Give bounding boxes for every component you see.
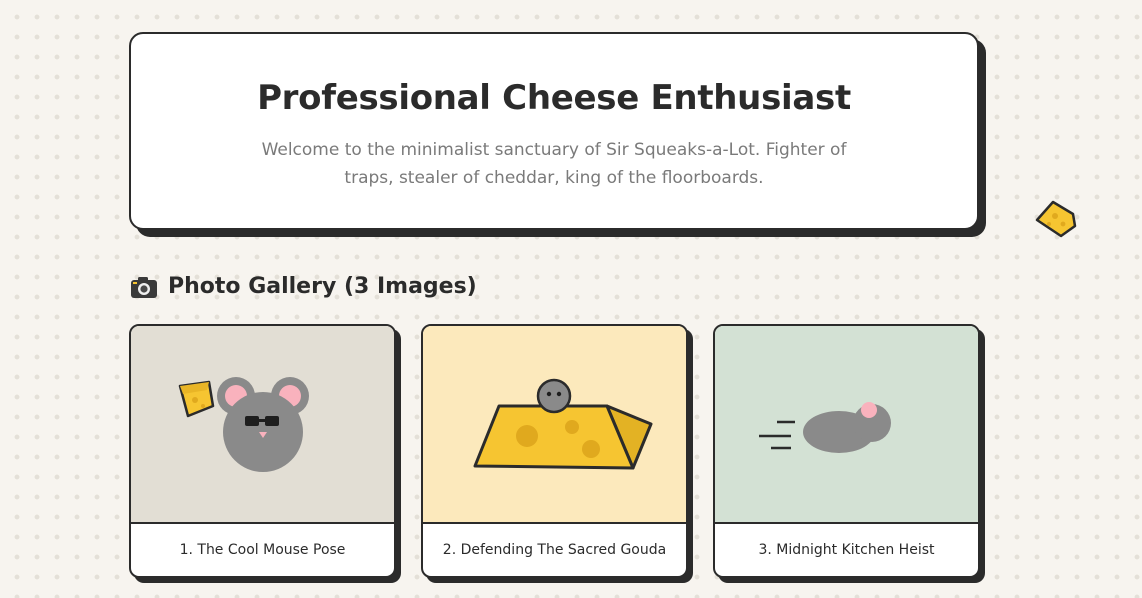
kitchen-heist-illustration xyxy=(759,402,891,453)
gallery-heading: Photo Gallery (3 Images) xyxy=(130,274,477,299)
hero-card: Professional Cheese Enthusiast Welcome t… xyxy=(129,32,979,230)
gallery-heading-text: Photo Gallery (3 Images) xyxy=(168,274,477,299)
gallery-caption-2: 2. Defending The Sacred Gouda xyxy=(442,542,667,558)
gouda-defense-illustration xyxy=(473,378,653,470)
hero-description: Welcome to the minimalist sanctuary of S… xyxy=(261,140,847,188)
gallery-card-3[interactable]: 3. Midnight Kitchen Heist xyxy=(713,324,980,578)
gallery-image-1[interactable] xyxy=(131,326,394,524)
gallery-image-3[interactable] xyxy=(715,326,978,524)
gallery-caption-3: 3. Midnight Kitchen Heist xyxy=(758,542,935,558)
gallery-card-1[interactable]: 1. The Cool Mouse Pose xyxy=(129,324,396,578)
cheese-icon xyxy=(178,380,215,418)
camera-icon xyxy=(131,276,157,298)
cheese-icon xyxy=(1035,200,1077,238)
cool-mouse-illustration xyxy=(178,377,309,472)
page-title: Professional Cheese Enthusiast xyxy=(257,78,851,118)
gallery-image-2[interactable] xyxy=(423,326,686,524)
gallery-card-2[interactable]: 2. Defending The Sacred Gouda xyxy=(421,324,688,578)
gallery-caption-1: 1. The Cool Mouse Pose xyxy=(179,542,346,558)
